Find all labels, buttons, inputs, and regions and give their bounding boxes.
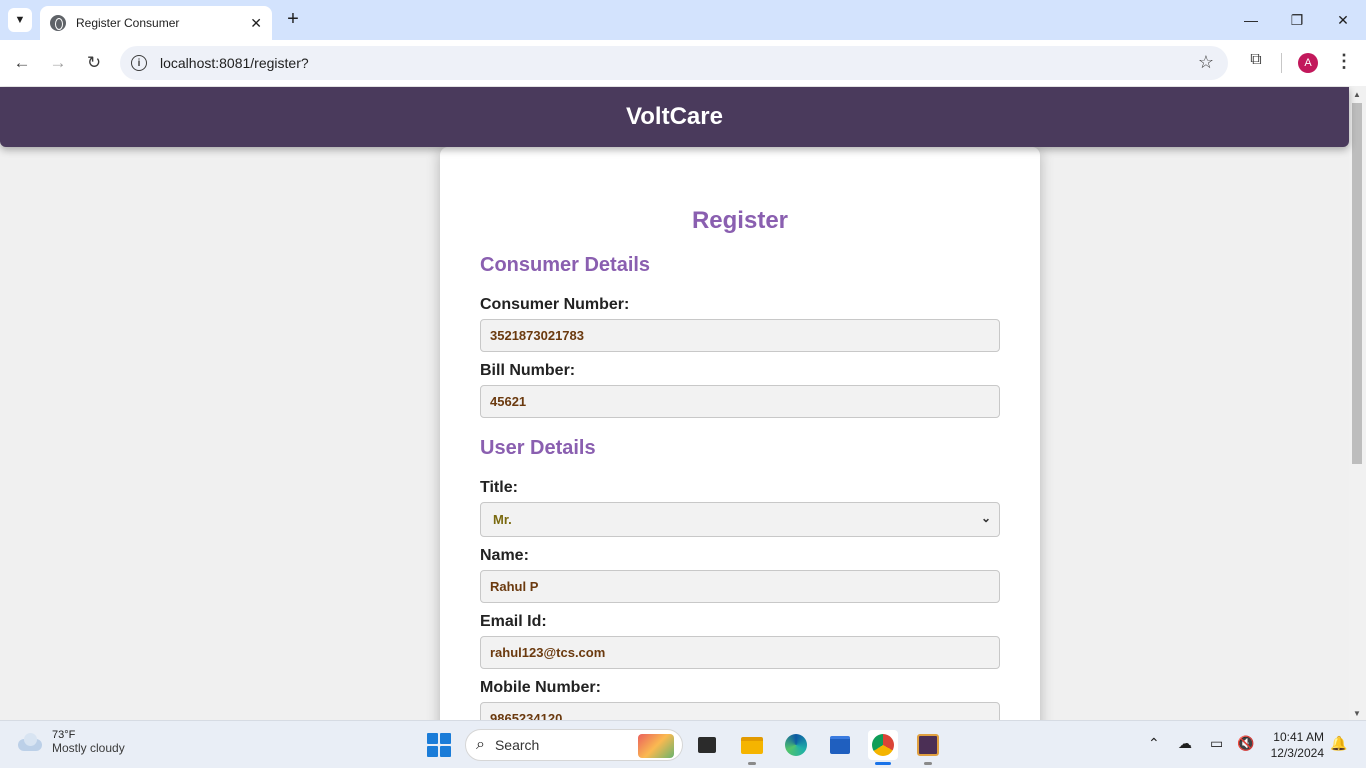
consumer-details-heading: Consumer Details [480, 254, 651, 276]
scroll-up-arrow-icon[interactable]: ▲ [1353, 90, 1361, 99]
name-field[interactable]: Rahul P [480, 570, 1000, 603]
page-title: Register [691, 207, 789, 234]
address-bar[interactable]: i localhost:8081/register? ☆ [120, 46, 1228, 80]
weather-text: Mostly cloudy [52, 741, 125, 755]
cloudy-weather-icon [16, 731, 44, 753]
page-scrollbar[interactable]: ▲ ▼ [1349, 86, 1366, 720]
temperature-text: 73°F [52, 729, 76, 741]
profile-avatar[interactable]: A [1298, 53, 1318, 73]
file-manager-icon[interactable] [692, 730, 722, 760]
edge-icon[interactable] [781, 730, 811, 760]
page-viewport: VoltCare Register Consumer Details Consu… [0, 86, 1366, 720]
network-icon[interactable]: ▭ [1210, 735, 1223, 752]
restore-button[interactable]: ❐ [1274, 0, 1320, 40]
browser-tab[interactable]: Register Consumer ✕ [40, 6, 272, 40]
chrome-icon[interactable] [868, 730, 898, 765]
clock-time: 10:41 AM [1273, 730, 1324, 744]
title-label: Title: [480, 479, 518, 496]
toolbar-divider [1281, 53, 1282, 73]
tab-search-button[interactable]: ▼ [8, 8, 32, 32]
mobile-number-label: Mobile Number: [480, 679, 601, 696]
scroll-down-arrow-icon[interactable]: ▼ [1353, 709, 1361, 718]
tab-close-icon[interactable]: ✕ [250, 15, 262, 32]
chevron-down-icon: ⌄ [980, 511, 991, 525]
file-explorer-icon[interactable] [737, 730, 767, 765]
reload-icon[interactable]: ↻ [82, 51, 106, 75]
browser-tabstrip: ▼ Register Consumer ✕ + — ❐ ✕ [0, 0, 1366, 40]
taskbar-search[interactable]: ⌕ Search [465, 729, 683, 761]
game-app-icon[interactable] [913, 730, 943, 765]
search-placeholder: Search [494, 737, 540, 753]
chevron-up-icon[interactable]: ⌃ [1148, 735, 1160, 752]
cloud-offline-icon[interactable]: ☁ [1178, 735, 1192, 752]
browser-toolbar: ← → ↻ i localhost:8081/register? ☆ ⧉ A ⋮ [0, 40, 1366, 86]
name-label: Name: [480, 547, 529, 564]
title-select[interactable]: Mr. ⌄ [480, 502, 1000, 537]
search-icon: ⌕ [476, 736, 485, 753]
tab-title: Register Consumer [76, 16, 180, 30]
system-clock[interactable]: 10:41 AM 12/3/2024 [1262, 729, 1324, 761]
bill-number-label: Bill Number: [480, 362, 576, 379]
new-tab-button[interactable]: + [282, 8, 304, 30]
url-text[interactable]: localhost:8081/register? [160, 55, 309, 71]
start-windows-icon[interactable] [427, 733, 451, 757]
email-field[interactable]: rahul123@tcs.com [480, 636, 1000, 669]
minimize-button[interactable]: — [1228, 0, 1274, 40]
bill-number-field[interactable]: 45621 [480, 385, 1000, 418]
email-label: Email Id: [480, 613, 547, 630]
volume-muted-icon[interactable]: 🔇 [1237, 735, 1254, 752]
weather-widget[interactable]: 73°F Mostly cloudy [16, 729, 125, 755]
site-info-icon[interactable]: i [131, 55, 147, 71]
back-arrow-icon[interactable]: ← [10, 51, 34, 75]
close-window-button[interactable]: ✕ [1320, 0, 1366, 40]
scrollbar-thumb[interactable] [1352, 103, 1362, 464]
title-selected-value: Mr. [493, 512, 512, 527]
store-icon[interactable] [825, 730, 855, 760]
clock-date: 12/3/2024 [1270, 746, 1324, 760]
app-header: VoltCare [0, 87, 1349, 147]
notification-bell-icon[interactable]: 🔔 [1330, 735, 1347, 752]
browser-menu-icon[interactable]: ⋮ [1334, 51, 1354, 75]
mobile-number-field[interactable]: 9865234120 [480, 702, 1000, 720]
consumer-number-label: Consumer Number: [480, 296, 630, 313]
bookmark-star-icon[interactable]: ☆ [1198, 52, 1214, 73]
user-details-heading: User Details [480, 437, 596, 459]
search-highlight-image [638, 734, 674, 758]
forward-arrow-icon[interactable]: → [46, 51, 70, 75]
globe-icon [50, 15, 66, 31]
windows-taskbar: 73°F Mostly cloudy ⌕ Search ⌃ ☁ ▭ 🔇 10:4… [0, 720, 1366, 768]
consumer-number-field[interactable]: 3521873021783 [480, 319, 1000, 352]
extensions-puzzle-icon[interactable]: ⧉ [1244, 51, 1268, 75]
register-card: Register Consumer Details Consumer Numbe… [440, 147, 1040, 720]
brand-title: VoltCare [626, 103, 723, 130]
